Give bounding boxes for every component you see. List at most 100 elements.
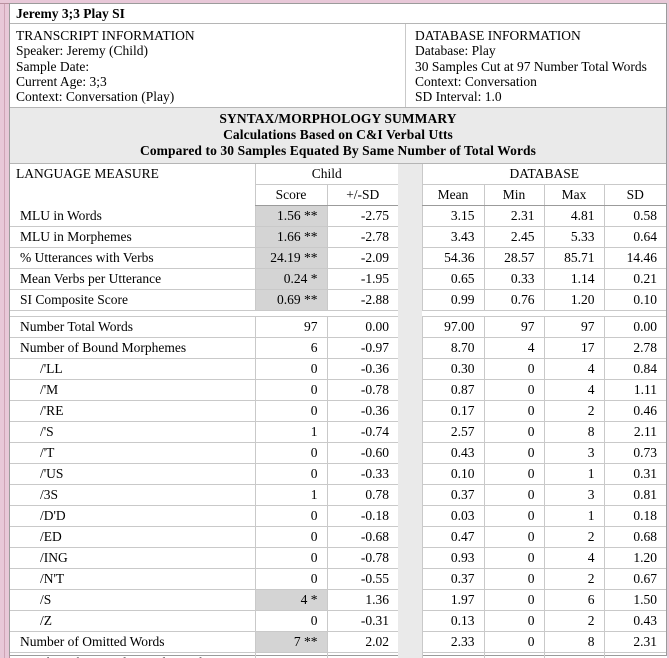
cell-child-score: 1 <box>254 652 327 658</box>
cell-database-min: 0 <box>483 526 545 548</box>
table-row[interactable]: /ED 0 -0.68 0.47 0 2 0.68 <box>10 526 667 548</box>
cell-child-sd: -2.09 <box>326 247 399 269</box>
banner-title: SYNTAX/MORPHOLOGY SUMMARY <box>219 111 457 126</box>
cell-child-score: 0 <box>254 526 327 548</box>
frame-stripe <box>4 0 5 658</box>
cell-language-measure: Number of Bound Morphemes <box>10 337 255 359</box>
cell-database-mean: 0.37 <box>421 484 485 506</box>
table-row[interactable]: MLU in Words 1.56 ** -2.75 3.15 2.31 4.81 0.58 <box>10 205 667 227</box>
table-row[interactable]: Mean Verbs per Utterance 0.24 * -1.95 0.65 0… <box>10 268 667 290</box>
table-row[interactable]: /3S 1 0.78 0.37 0 3 0.81 <box>10 484 667 506</box>
table-row[interactable]: /'M 0 -0.78 0.87 0 4 1.11 <box>10 379 667 401</box>
cell-child-sd: -0.97 <box>326 337 399 359</box>
table-row[interactable]: /D'D 0 -0.18 0.03 0 1 0.18 <box>10 505 667 527</box>
cell-database-mean: 2.33 <box>421 631 485 653</box>
cell-database-sd: 0.46 <box>603 400 667 422</box>
cell-database-max: 4 <box>543 547 605 569</box>
table-row[interactable]: Number of Omitted Bound Morphemes10.14 0.… <box>10 652 667 658</box>
cell-gap <box>398 631 423 653</box>
cell-database-min: 0 <box>483 421 545 443</box>
table-row[interactable]: /'T 0 -0.60 0.43 0 3 0.73 <box>10 442 667 464</box>
cell-database-max: 4 <box>543 358 605 380</box>
cell-database-mean: 97.00 <box>421 316 485 338</box>
cell-child-score: 4 * <box>254 589 327 611</box>
cell-database-sd: 1.21 <box>603 652 667 658</box>
cell-child-score: 7 ** <box>254 631 327 653</box>
table-row[interactable]: Number Total Words 97 0.00 97.00 97 97 0.00 <box>10 316 667 338</box>
cell-database-sd: 0.18 <box>603 505 667 527</box>
cell-language-measure: /ED <box>10 526 255 548</box>
cell-child-sd: -2.78 <box>326 226 399 248</box>
cell-child-sd: -0.60 <box>326 442 399 464</box>
transcript-info-speaker: Speaker: Jeremy (Child) <box>16 43 148 59</box>
table-row[interactable]: SI Composite Score 0.69 ** -2.88 0.99 0.76 1.… <box>10 289 667 311</box>
cell-database-mean: 0.47 <box>421 526 485 548</box>
cell-child-sd: -0.18 <box>326 505 399 527</box>
cell-database-sd: 0.31 <box>603 463 667 485</box>
table-row[interactable]: /'US 0 -0.33 0.10 0 1 0.31 <box>10 463 667 485</box>
cell-database-max: 6 <box>543 589 605 611</box>
cell-language-measure: /'LL <box>10 358 255 380</box>
table-row[interactable]: /N'T 0 -0.55 0.37 0 2 0.67 <box>10 568 667 590</box>
cell-language-measure: MLU in Words <box>10 205 255 227</box>
cell-database-min: 0 <box>483 400 545 422</box>
table-row[interactable]: /S 4 * 1.36 1.97 0 6 1.50 <box>10 589 667 611</box>
cell-database-min: 0 <box>483 631 545 653</box>
database-info-context: Context: Conversation <box>415 73 537 89</box>
cell-database-max: 2 <box>543 610 605 632</box>
cell-child-score: 1.56 ** <box>254 205 327 227</box>
transcript-info-heading: TRANSCRIPT INFORMATION <box>16 28 195 43</box>
cell-database-mean: 0.13 <box>421 610 485 632</box>
cell-database-max: 5 <box>543 652 605 658</box>
cell-database-max: 4 <box>543 379 605 401</box>
cell-database-sd: 0.64 <box>603 226 667 248</box>
cell-gap <box>398 568 423 590</box>
cell-gap <box>398 400 423 422</box>
window-title: Jeremy 3;3 Play SI <box>10 4 666 24</box>
cell-database-mean: 0.65 <box>421 268 485 290</box>
cell-database-sd: 14.46 <box>603 247 667 269</box>
cell-gap <box>398 226 423 248</box>
column-gap-spacer <box>398 184 423 206</box>
cell-language-measure: Number of Omitted Bound Morphemes <box>10 652 255 658</box>
cell-database-max: 1 <box>543 505 605 527</box>
cell-language-measure: /'M <box>10 379 255 401</box>
cell-language-measure: SI Composite Score <box>10 289 255 311</box>
syntax-morphology-table: LANGUAGE MEASURE Child DATABASE Score +/… <box>10 164 667 658</box>
table-row[interactable]: Number of Omitted Words 7 ** 2.02 2.33 0 8 2.3… <box>10 631 667 653</box>
table-row[interactable]: /'LL 0 -0.36 0.30 0 4 0.84 <box>10 358 667 380</box>
cell-database-sd: 1.11 <box>603 379 667 401</box>
cell-child-sd: -0.68 <box>326 526 399 548</box>
table-row[interactable]: Number of Bound Morphemes 6 -0.97 8.70 4 17 2.… <box>10 337 667 359</box>
database-info-heading: DATABASE INFORMATION <box>415 28 581 43</box>
banner-comparison: Compared to 30 Samples Equated By Same N… <box>139 143 537 158</box>
cell-database-sd: 0.58 <box>603 205 667 227</box>
cell-database-min: 2.31 <box>483 205 545 227</box>
table-row[interactable]: /Z 0 -0.31 0.13 0 2 0.43 <box>10 610 667 632</box>
cell-gap <box>398 610 423 632</box>
column-header-plus-minus-sd: +/-SD <box>326 184 399 206</box>
cell-child-score: 0 <box>254 400 327 422</box>
cell-database-mean: 3.43 <box>421 226 485 248</box>
cell-database-sd: 0.10 <box>603 289 667 311</box>
cell-child-score: 0 <box>254 463 327 485</box>
cell-database-mean: 0.99 <box>421 289 485 311</box>
cell-database-mean: 0.03 <box>421 505 485 527</box>
cell-child-sd: -0.74 <box>326 421 399 443</box>
cell-database-min: 28.57 <box>483 247 545 269</box>
cell-child-score: 97 <box>254 316 327 338</box>
table-row[interactable]: /'RE 0 -0.36 0.17 0 2 0.46 <box>10 400 667 422</box>
cell-database-sd: 0.68 <box>603 526 667 548</box>
table-row[interactable]: /ING 0 -0.78 0.93 0 4 1.20 <box>10 547 667 569</box>
table-row[interactable]: MLU in Morphemes 1.66 ** -2.78 3.43 2.45 5.33… <box>10 226 667 248</box>
cell-database-min: 0 <box>483 505 545 527</box>
table-row[interactable]: % Utterances with Verbs 24.19 ** -2.09 54.3… <box>10 247 667 269</box>
cell-language-measure: /N'T <box>10 568 255 590</box>
column-header-max: Max <box>543 184 605 206</box>
table-row[interactable]: /'S 1 -0.74 2.57 0 8 2.11 <box>10 421 667 443</box>
cell-gap <box>398 442 423 464</box>
cell-language-measure: MLU in Morphemes <box>10 226 255 248</box>
cell-child-score: 1 <box>254 484 327 506</box>
cell-database-sd: 0.43 <box>603 610 667 632</box>
cell-child-score: 0 <box>254 358 327 380</box>
